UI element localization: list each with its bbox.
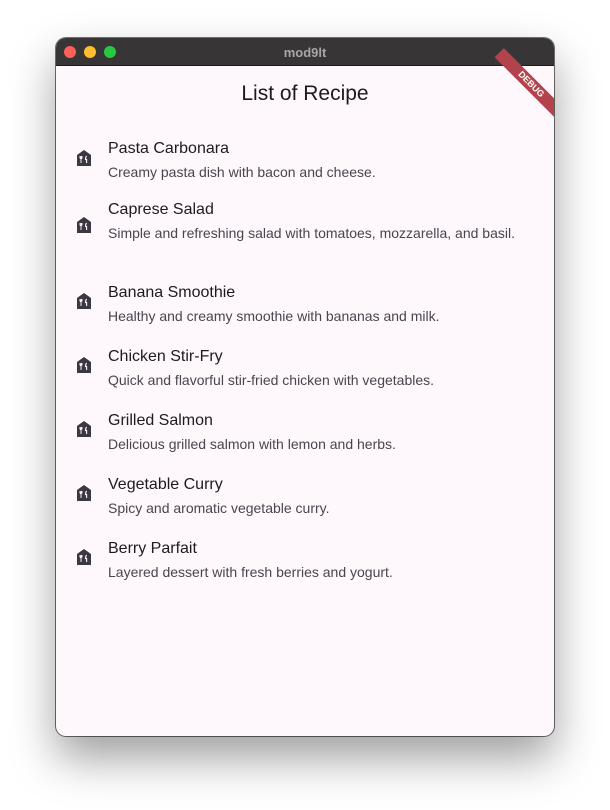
recipe-description: Simple and refreshing salad with tomatoe… xyxy=(108,225,515,241)
recipe-description: Healthy and creamy smoothie with bananas… xyxy=(108,308,440,324)
recipe-title: Vegetable Curry xyxy=(108,476,223,493)
recipe-description: Delicious grilled salmon with lemon and … xyxy=(108,436,396,452)
restaurant-home-icon xyxy=(77,549,91,565)
restaurant-home-icon xyxy=(77,421,91,437)
list-item[interactable]: Pasta Carbonara Creamy pasta dish with b… xyxy=(56,132,554,194)
list-item[interactable]: Banana Smoothie Healthy and creamy smoot… xyxy=(56,276,554,340)
title-bar[interactable]: mod9lt xyxy=(56,38,554,66)
recipe-description: Layered dessert with fresh berries and y… xyxy=(108,564,393,580)
restaurant-home-icon xyxy=(77,357,91,373)
recipe-description: Creamy pasta dish with bacon and cheese. xyxy=(108,164,376,180)
restaurant-home-icon xyxy=(77,293,91,309)
list-item[interactable]: Vegetable Curry Spicy and aromatic veget… xyxy=(56,468,554,532)
recipe-title: Pasta Carbonara xyxy=(108,140,229,157)
app-content: DEBUG List of Recipe Pasta Carbonara Cre… xyxy=(56,48,554,736)
list-item[interactable]: Chicken Stir-Fry Quick and flavorful sti… xyxy=(56,340,554,404)
page-title: List of Recipe xyxy=(241,82,369,105)
recipe-description: Spicy and aromatic vegetable curry. xyxy=(108,500,330,516)
recipe-title: Banana Smoothie xyxy=(108,284,236,301)
list-item[interactable]: Grilled Salmon Delicious grilled salmon … xyxy=(56,404,554,468)
recipe-description: Quick and flavorful stir-fried chicken w… xyxy=(108,372,435,388)
recipe-title: Grilled Salmon xyxy=(108,412,213,429)
recipe-title: Caprese Salad xyxy=(108,201,214,218)
restaurant-home-icon xyxy=(77,150,91,166)
recipe-list: Pasta Carbonara Creamy pasta dish with b… xyxy=(56,132,554,596)
restaurant-home-icon xyxy=(77,485,91,501)
window-title: mod9lt xyxy=(283,45,327,60)
restaurant-home-icon xyxy=(77,217,91,233)
list-item[interactable]: Berry Parfait Layered dessert with fresh… xyxy=(56,532,554,596)
recipe-title: Chicken Stir-Fry xyxy=(108,348,223,365)
list-item[interactable]: Caprese Salad Simple and refreshing sala… xyxy=(56,194,554,276)
recipe-title: Berry Parfait xyxy=(108,540,197,557)
app-window: mod9lt DEBUG List of Recipe Pasta Carbon… xyxy=(56,38,554,736)
